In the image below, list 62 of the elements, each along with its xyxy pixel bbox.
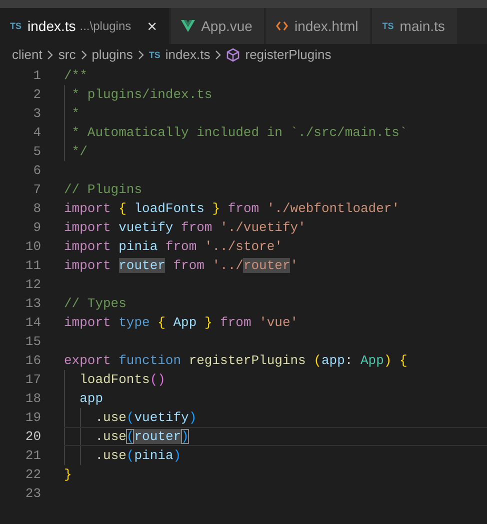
- line-number: 16: [24, 352, 41, 370]
- line-number: 10: [24, 238, 41, 256]
- code-line: import pinia from '../store': [64, 238, 282, 255]
- code-line: app: [78, 390, 104, 407]
- code-line: import router from '../router': [64, 257, 298, 274]
- chevron-icon: [47, 50, 54, 60]
- typescript-icon: TS: [382, 22, 394, 30]
- line-number: 3: [32, 104, 41, 123]
- cube-icon: [226, 48, 240, 62]
- close-button[interactable]: ×: [147, 18, 158, 34]
- line-number: 11: [24, 256, 41, 275]
- code-line: import { loadFonts } from './webfontloader': [64, 200, 400, 217]
- line-number: 14: [24, 314, 41, 332]
- code-line: import type { App } from 'vue': [64, 314, 298, 331]
- code-line: }: [64, 466, 72, 483]
- chevron-icon: [215, 50, 222, 60]
- line-number: 1: [32, 66, 41, 85]
- line-number: 21: [24, 446, 41, 465]
- line-number: 6: [32, 162, 41, 180]
- code-line: import vuetify from './vuetify': [64, 219, 306, 236]
- line-number: 7: [32, 180, 41, 199]
- line-number: 20: [24, 428, 41, 446]
- line-number: 4: [32, 124, 41, 142]
- code-line: .use(vuetify): [94, 409, 197, 426]
- chevron-icon: [138, 50, 144, 60]
- line-number: 23: [24, 484, 41, 503]
- breadcrumb-item[interactable]: src: [58, 45, 76, 65]
- editor-tab[interactable]: TS main.ts: [372, 8, 457, 44]
- typescript-icon: TS: [10, 22, 22, 30]
- code-line: loadFonts(): [78, 371, 166, 388]
- line-number: 19: [24, 408, 41, 427]
- code-icon: [276, 21, 288, 31]
- code-line: */: [70, 143, 88, 160]
- line-number: 17: [24, 370, 41, 389]
- code-line: * Automatically included in `./src/main.ts`: [70, 124, 408, 141]
- line-number: 8: [32, 200, 41, 218]
- line-number: 9: [32, 218, 41, 237]
- typescript-icon: TS: [148, 50, 160, 60]
- code-line: // Plugins: [64, 181, 142, 198]
- chevron-icon: [80, 50, 87, 60]
- editor-tab[interactable]: index.html: [266, 8, 370, 44]
- breadcrumb-item[interactable]: index.ts: [165, 45, 210, 65]
- code-line: export function registerPlugins (app: App) {: [64, 352, 408, 369]
- line-number: 15: [24, 332, 41, 351]
- vue-icon: [181, 20, 196, 32]
- code-line: .use(router): [94, 428, 189, 445]
- breadcrumb-item[interactable]: plugins: [92, 45, 133, 65]
- line-number: 5: [32, 142, 41, 161]
- code-line: .use(pinia): [94, 447, 182, 464]
- breadcrumb-item[interactable]: client: [12, 45, 42, 65]
- line-number: 18: [24, 390, 41, 408]
- code-line: * plugins/index.ts: [70, 86, 212, 103]
- line-number: 2: [32, 86, 41, 104]
- code-line: *: [70, 105, 80, 122]
- line-number: 12: [24, 276, 41, 294]
- line-number: 22: [24, 466, 41, 484]
- editor-tab[interactable]: TS index.ts ...\plugins ×: [0, 8, 170, 44]
- breadcrumb-item[interactable]: registerPlugins: [245, 45, 332, 65]
- code-line: // Types: [64, 295, 126, 312]
- line-number: 13: [24, 294, 41, 313]
- code-line: /**: [64, 67, 88, 84]
- editor-tab[interactable]: App.vue: [171, 8, 264, 44]
